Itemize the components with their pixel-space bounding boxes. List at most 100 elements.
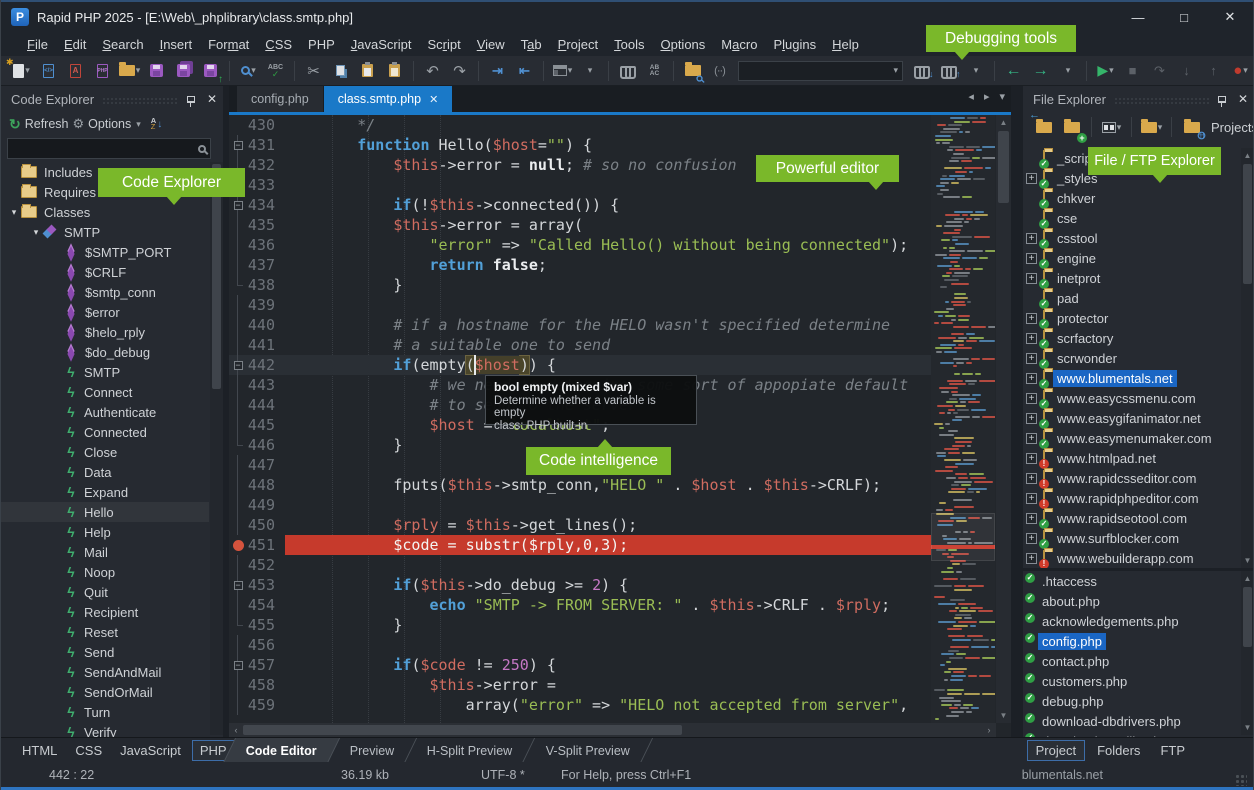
folder-row-www.blumentals.net[interactable]: +✓www.blumentals.net — [1023, 368, 1241, 388]
line-number[interactable]: 437 — [247, 256, 285, 274]
folder-row-csstool[interactable]: +✓csstool — [1023, 228, 1241, 248]
line-number[interactable]: 451 — [247, 536, 285, 554]
expand-plus-icon[interactable]: + — [1026, 253, 1037, 264]
line-number[interactable]: 432 — [247, 156, 285, 174]
navigate-options-button[interactable]: ▾ — [1055, 59, 1080, 83]
close-button[interactable]: ✕ — [1207, 2, 1253, 32]
copy-button[interactable] — [328, 59, 353, 83]
line-number[interactable]: 444 — [247, 396, 285, 414]
line-number[interactable]: 440 — [247, 316, 285, 334]
line-number[interactable]: 446 — [247, 436, 285, 454]
maximize-button[interactable]: □ — [1161, 2, 1207, 32]
cut-button[interactable]: ✂ — [301, 59, 326, 83]
gutter-fold[interactable] — [229, 595, 247, 615]
tree-item-Noop[interactable]: ϟNoop — [1, 562, 209, 582]
code-line-459[interactable]: 459 array("error" => "HELO not accepted … — [229, 695, 931, 715]
menu-plugins[interactable]: Plugins — [765, 34, 824, 55]
expand-plus-icon[interactable]: + — [1026, 533, 1037, 544]
folder-row-scrwonder[interactable]: +✓scrwonder — [1023, 348, 1241, 368]
code-line-438[interactable]: 438 } — [229, 275, 931, 295]
close-panel-icon[interactable]: ✕ — [207, 92, 217, 106]
code-line-437[interactable]: 437 return false; — [229, 255, 931, 275]
tree-item-Close[interactable]: ϟClose — [1, 442, 209, 462]
line-number[interactable]: 459 — [247, 696, 285, 714]
fold-collapse-icon[interactable]: − — [234, 361, 243, 370]
gutter-fold[interactable] — [229, 675, 247, 695]
line-number[interactable]: 445 — [247, 416, 285, 434]
minimize-button[interactable]: — — [1115, 2, 1161, 32]
find-in-files-button[interactable] — [615, 59, 640, 83]
line-number[interactable]: 433 — [247, 176, 285, 194]
find-next-button[interactable]: ↓ — [909, 59, 934, 83]
menu-tools[interactable]: Tools — [606, 34, 652, 55]
code-line-454[interactable]: 454 echo "SMTP -> FROM SERVER: " . $this… — [229, 595, 931, 615]
gutter-fold[interactable]: − — [229, 135, 247, 155]
code-line-452[interactable]: 452 — [229, 555, 931, 575]
line-number[interactable]: 436 — [247, 236, 285, 254]
panel-tab-ftp[interactable]: FTP — [1152, 741, 1193, 760]
new-folder-button[interactable]: + — [1059, 115, 1084, 139]
tree-item-Hello[interactable]: ϟHello — [1, 502, 209, 522]
code-line-456[interactable]: 456 — [229, 635, 931, 655]
navigate-forward-button[interactable]: → — [1028, 59, 1053, 83]
replace-button[interactable]: ABAC — [642, 59, 667, 83]
menu-script[interactable]: Script — [419, 34, 468, 55]
gutter-fold[interactable] — [229, 375, 247, 395]
pin-icon[interactable] — [187, 96, 195, 103]
new-file-button[interactable]: ✱▾ — [9, 59, 34, 83]
folder-row-www.webuilderapp.com[interactable]: +!www.webuilderapp.com — [1023, 548, 1241, 568]
file-row-acknowledgements.php[interactable]: ✓acknowledgements.php — [1023, 611, 1241, 631]
open-code-doc-button[interactable]: </> — [36, 59, 61, 83]
menu-css[interactable]: CSS — [257, 34, 300, 55]
line-number[interactable]: 453 — [247, 576, 285, 594]
indent-button[interactable]: ⇥ — [485, 59, 510, 83]
fold-collapse-icon[interactable]: − — [234, 581, 243, 590]
tree-item-Send[interactable]: ϟSend — [1, 642, 209, 662]
code-line-435[interactable]: 435 $this->error = array( — [229, 215, 931, 235]
menu-options[interactable]: Options — [652, 34, 713, 55]
projects-button[interactable] — [1179, 115, 1204, 139]
folder-row-engine[interactable]: +✓engine — [1023, 248, 1241, 268]
quick-search-combobox[interactable]: ▾ — [738, 61, 903, 81]
layout-panels-button[interactable]: ▾ — [550, 59, 575, 83]
expand-plus-icon[interactable]: + — [1026, 393, 1037, 404]
gutter-fold[interactable]: − — [229, 575, 247, 595]
code-line-450[interactable]: 450 $rply = $this->get_lines(); — [229, 515, 931, 535]
menu-macro[interactable]: Macro — [713, 34, 765, 55]
code-line-434[interactable]: −434 if(!$this->connected()) { — [229, 195, 931, 215]
line-number[interactable]: 447 — [247, 456, 285, 474]
fold-collapse-icon[interactable]: − — [234, 661, 243, 670]
gutter-fold[interactable] — [229, 535, 247, 555]
menu-project[interactable]: Project — [550, 34, 606, 55]
tab-scroll-right-icon[interactable]: ▸ — [984, 90, 990, 103]
file-row-about.php[interactable]: ✓about.php — [1023, 591, 1241, 611]
menu-tab[interactable]: Tab — [513, 34, 550, 55]
code-snippets-button[interactable]: (··) — [707, 59, 732, 83]
editor-vertical-scrollbar[interactable]: ▲ ▼ — [996, 115, 1011, 723]
expand-plus-icon[interactable]: + — [1026, 353, 1037, 364]
code-line-451[interactable]: 451 $code = substr($rply,0,3); — [229, 535, 931, 555]
save-button[interactable] — [144, 59, 169, 83]
gutter-fold[interactable] — [229, 115, 247, 135]
refresh-icon[interactable]: ↻ — [9, 116, 21, 133]
expand-arrow-icon[interactable]: ▾ — [29, 227, 43, 238]
line-number[interactable]: 448 — [247, 476, 285, 494]
tree-item-CRLF[interactable]: $CRLF — [1, 262, 209, 282]
code-line-439[interactable]: 439 — [229, 295, 931, 315]
editor-horizontal-scrollbar[interactable]: ‹ › — [229, 723, 996, 737]
spellcheck-button[interactable]: ABC✓ — [263, 59, 288, 83]
view-mode-button[interactable]: ▾ — [1099, 115, 1124, 139]
step-into-button[interactable]: ↓ — [1174, 59, 1199, 83]
pin-icon[interactable] — [1218, 96, 1226, 103]
scroll-down-icon[interactable]: ▼ — [996, 711, 1011, 720]
line-number[interactable]: 441 — [247, 336, 285, 354]
folder-row-www.htmlpad.net[interactable]: +!www.htmlpad.net — [1023, 448, 1241, 468]
gutter-fold[interactable]: − — [229, 355, 247, 375]
expand-plus-icon[interactable]: + — [1026, 453, 1037, 464]
close-panel-icon[interactable]: ✕ — [1238, 92, 1248, 106]
menu-insert[interactable]: Insert — [152, 34, 201, 55]
line-number[interactable]: 455 — [247, 616, 285, 634]
tree-item-SendOrMail[interactable]: ϟSendOrMail — [1, 682, 209, 702]
view-tab-preview[interactable]: Preview — [328, 738, 418, 763]
sort-az-icon[interactable]: AZ ↓ — [151, 118, 162, 131]
